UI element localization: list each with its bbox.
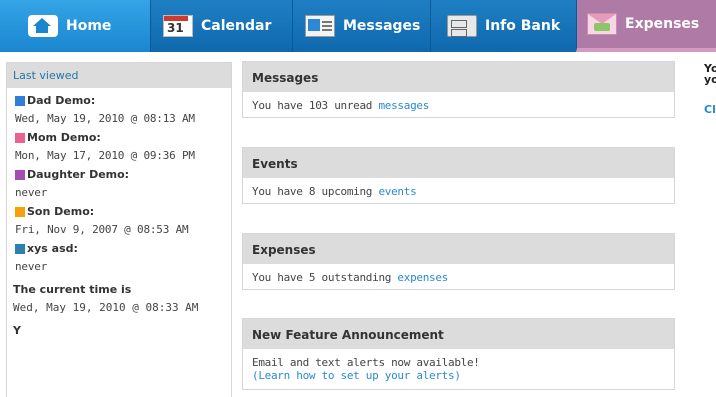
- right-column: Yo yo Cl: [704, 63, 716, 116]
- messages-link[interactable]: messages: [378, 99, 429, 112]
- tab-info-bank-label: Info Bank: [485, 18, 561, 34]
- tab-info-bank[interactable]: Info Bank: [430, 0, 576, 52]
- person-name: Daughter Demo:: [27, 168, 130, 181]
- color-swatch: [15, 206, 25, 217]
- tab-calendar-label: Calendar: [201, 18, 272, 34]
- person-name: xys asd:: [27, 242, 78, 255]
- tab-expenses[interactable]: Expenses: [576, 0, 716, 52]
- expenses-card-body: You have 5 outstanding expenses: [243, 264, 674, 284]
- alerts-setup-link[interactable]: (Learn how to set up your alerts): [252, 369, 461, 382]
- person-name: Mom Demo:: [27, 131, 101, 144]
- current-time-value: Wed, May 19, 2010 @ 08:33 AM: [13, 301, 199, 314]
- person-last-viewed: never: [15, 186, 48, 199]
- tab-messages-label: Messages: [343, 18, 421, 34]
- person-entry: xys asd: never: [7, 236, 231, 273]
- events-card-title: Events: [243, 148, 674, 178]
- calendar-icon: 31: [163, 15, 193, 37]
- clipped-text: Y: [13, 324, 21, 337]
- events-card: Events You have 8 upcoming events: [242, 147, 675, 204]
- color-swatch: [15, 243, 25, 254]
- messages-card-text: You have 103 unread: [252, 99, 379, 112]
- person-name: Dad Demo:: [27, 94, 96, 107]
- expenses-link[interactable]: expenses: [397, 271, 448, 284]
- expenses-card-title: Expenses: [243, 234, 674, 264]
- tab-home-label: Home: [66, 18, 112, 34]
- color-swatch: [15, 169, 25, 180]
- announcement-text: Email and text alerts now available!: [252, 356, 480, 369]
- person-last-viewed: Mon, May 17, 2010 @ 09:36 PM: [15, 149, 195, 162]
- messages-card-body: You have 103 unread messages: [243, 92, 674, 112]
- person-entry: Dad Demo: Wed, May 19, 2010 @ 08:13 AM: [7, 88, 231, 125]
- last-viewed-panel: Last viewed Dad Demo: Wed, May 19, 2010 …: [6, 62, 232, 397]
- person-entry: Daughter Demo: never: [7, 162, 231, 199]
- calendar-icon-day: 31: [167, 21, 184, 35]
- expenses-card-text: You have 5 outstanding: [252, 271, 398, 284]
- tab-messages[interactable]: Messages: [292, 0, 430, 52]
- color-swatch: [15, 95, 25, 106]
- events-card-text: You have 8 upcoming: [252, 185, 379, 198]
- person-last-viewed: Fri, Nov 9, 2007 @ 08:53 AM: [15, 223, 189, 236]
- envelope-money-icon: [587, 13, 617, 35]
- person-last-viewed: Wed, May 19, 2010 @ 08:13 AM: [15, 112, 195, 125]
- announcement-card-body: Email and text alerts now available! (Le…: [243, 349, 674, 382]
- events-card-body: You have 8 upcoming events: [243, 178, 674, 198]
- tab-home[interactable]: Home: [0, 0, 150, 52]
- announcement-card: New Feature Announcement Email and text …: [242, 318, 675, 390]
- right-text-line-2: yo: [704, 73, 716, 86]
- current-time-label: The current time is: [13, 283, 132, 296]
- messages-card-title: Messages: [243, 62, 674, 92]
- home-icon: [28, 15, 58, 37]
- right-link[interactable]: Cl: [704, 103, 716, 116]
- last-viewed-header: Last viewed: [7, 63, 231, 88]
- main-nav: Home 31 Calendar Messages Info Bank Expe…: [0, 0, 716, 52]
- expenses-card: Expenses You have 5 outstanding expenses: [242, 233, 675, 290]
- messages-icon: [305, 15, 335, 37]
- cabinet-icon: [447, 15, 477, 37]
- color-swatch: [15, 132, 25, 143]
- person-last-viewed: never: [15, 260, 48, 273]
- person-entry: Son Demo: Fri, Nov 9, 2007 @ 08:53 AM: [7, 199, 231, 236]
- tab-calendar[interactable]: 31 Calendar: [150, 0, 292, 52]
- person-entry: Mom Demo: Mon, May 17, 2010 @ 09:36 PM: [7, 125, 231, 162]
- announcement-card-title: New Feature Announcement: [243, 319, 674, 349]
- events-link[interactable]: events: [378, 185, 416, 198]
- person-name: Son Demo:: [27, 205, 95, 218]
- tab-expenses-label: Expenses: [625, 16, 700, 32]
- messages-card: Messages You have 103 unread messages: [242, 61, 675, 118]
